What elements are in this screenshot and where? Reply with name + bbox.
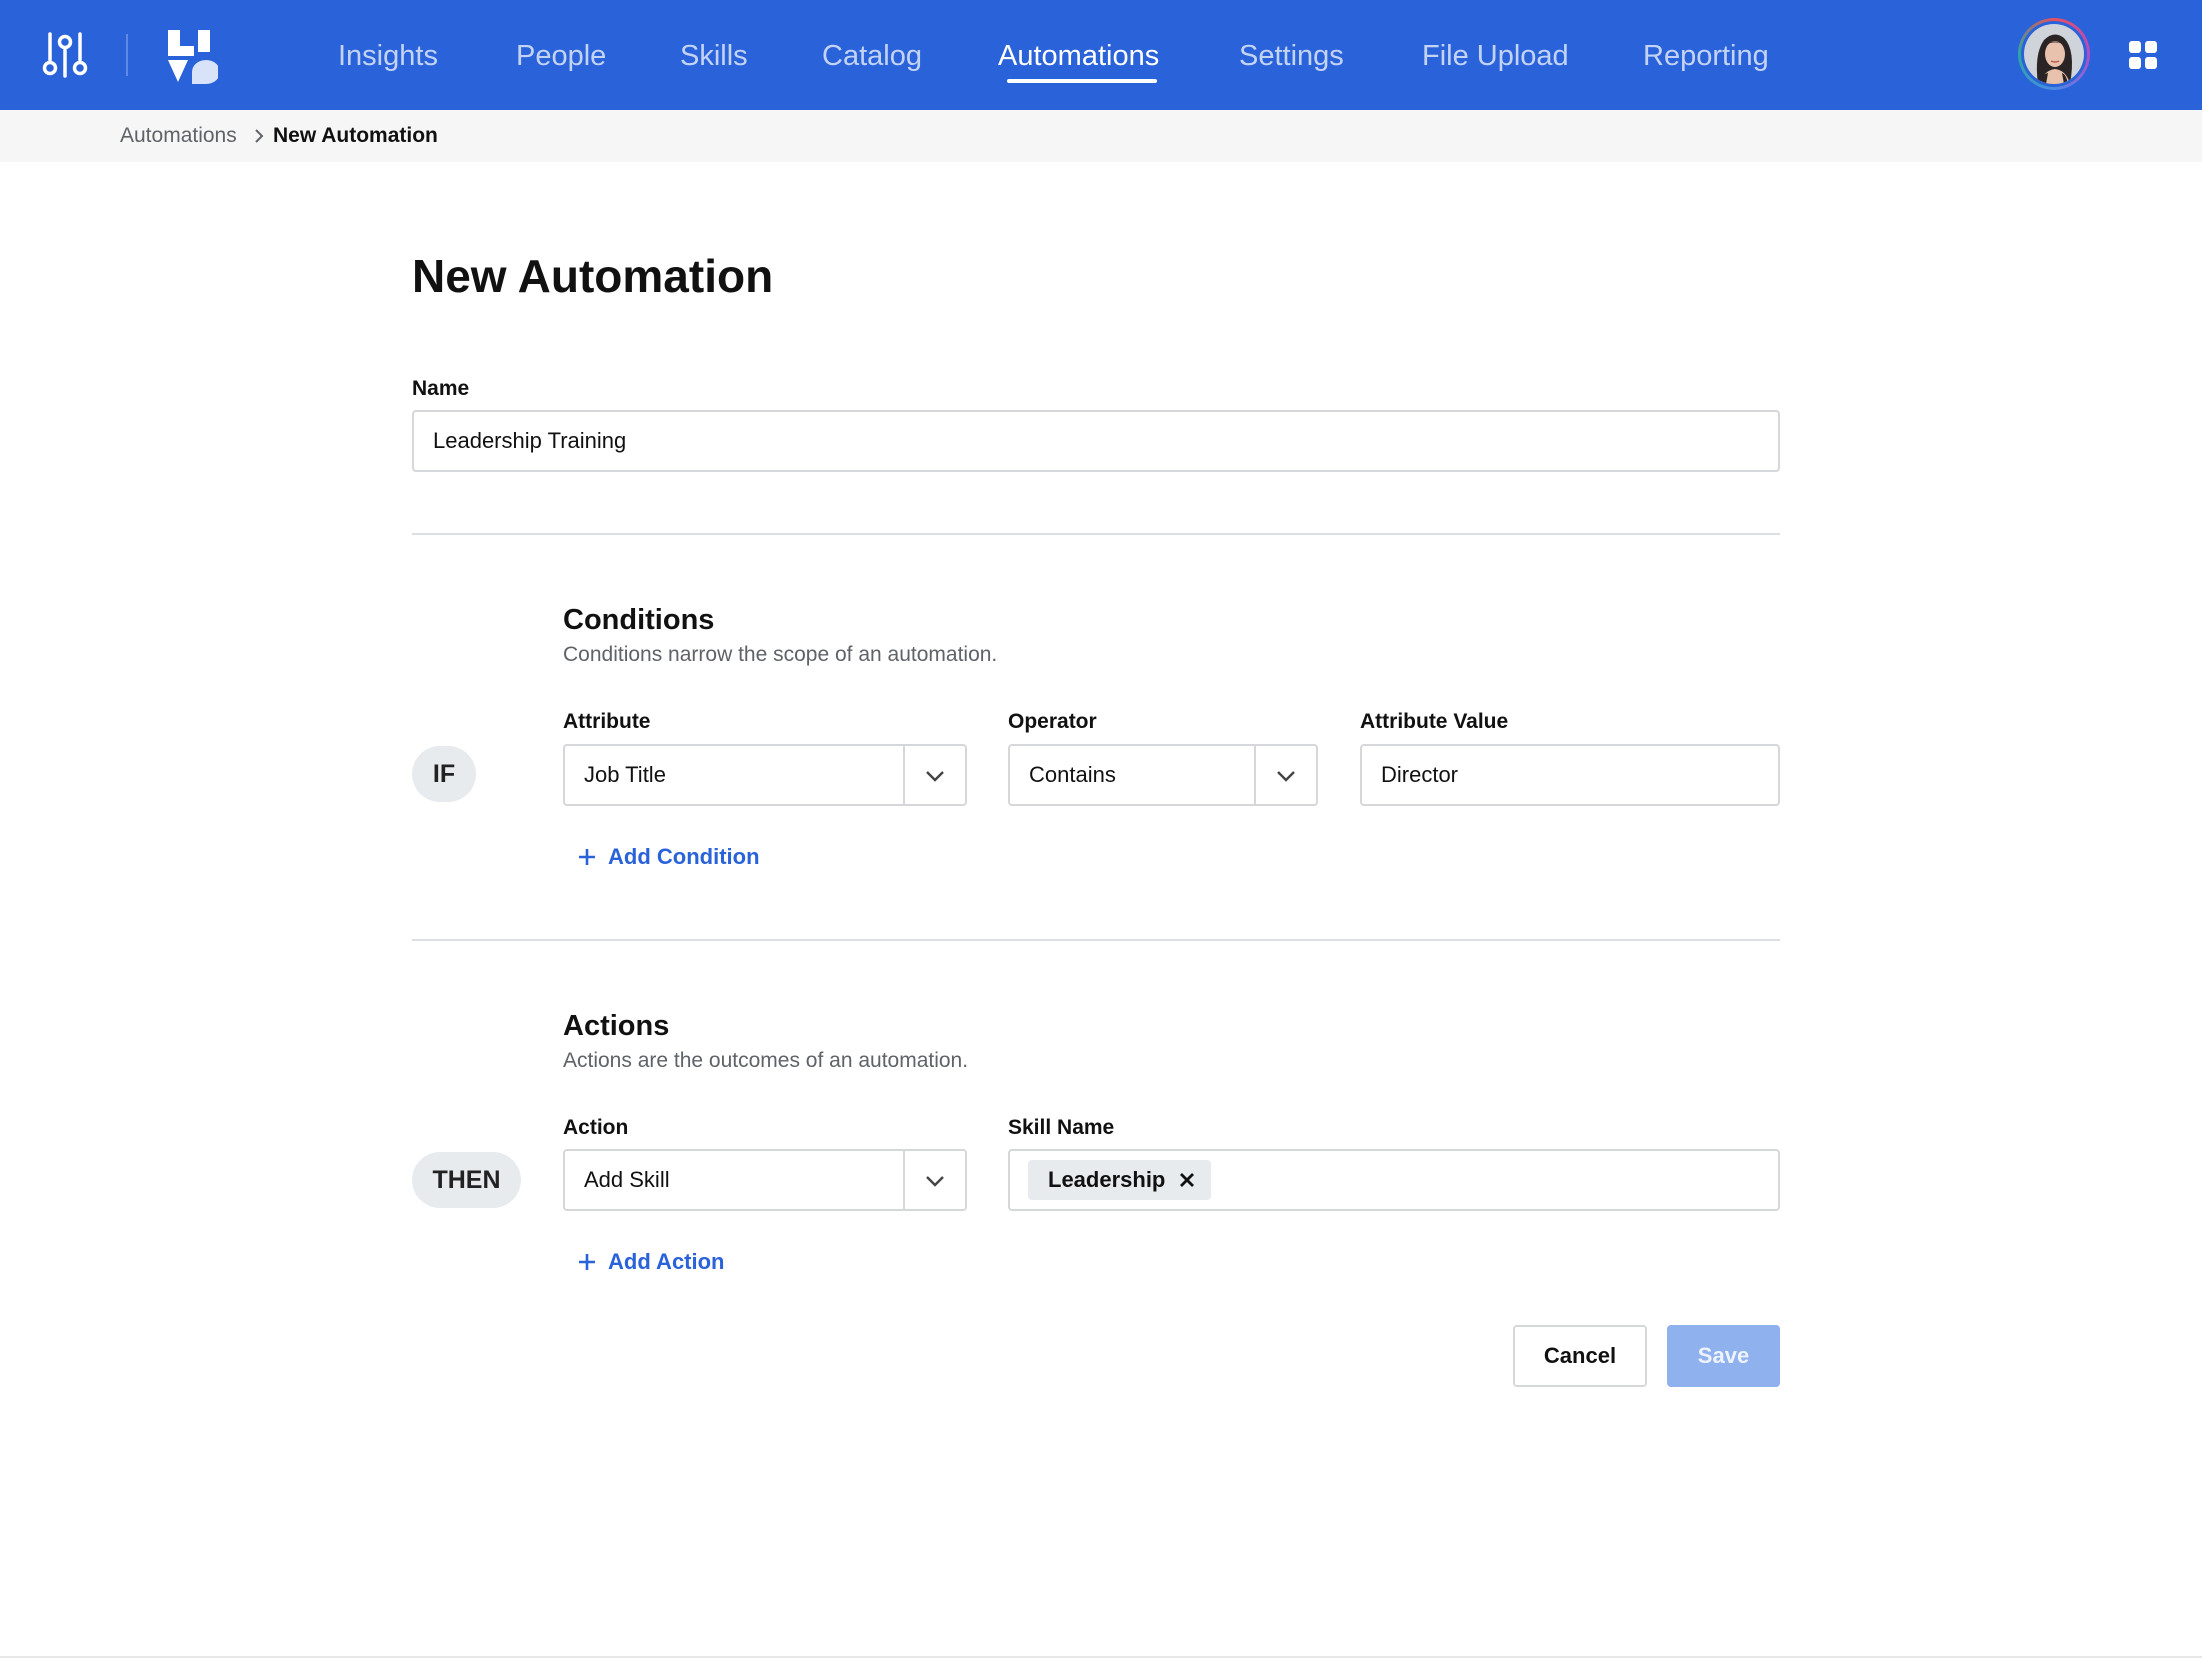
plus-icon xyxy=(579,1254,595,1270)
if-badge: IF xyxy=(412,746,476,802)
action-select[interactable]: Add Skill xyxy=(563,1149,967,1211)
chevron-down-icon[interactable] xyxy=(1275,765,1297,787)
section-divider xyxy=(412,939,1780,941)
nav-item-insights[interactable]: Insights xyxy=(338,36,438,76)
chevron-right-icon xyxy=(255,129,264,143)
skill-name-input[interactable]: Leadership xyxy=(1008,1149,1780,1211)
operator-select-value: Contains xyxy=(1029,762,1116,787)
section-divider xyxy=(412,533,1780,535)
select-divider xyxy=(903,746,905,804)
add-condition-label: Add Condition xyxy=(608,844,760,869)
operator-label: Operator xyxy=(1008,710,1097,733)
top-nav-bar: Insights People Skills Catalog Automatio… xyxy=(0,0,2202,110)
select-divider xyxy=(903,1151,905,1209)
action-select-value: Add Skill xyxy=(584,1167,670,1192)
close-icon[interactable] xyxy=(1179,1172,1195,1188)
active-tab-underline xyxy=(1007,79,1157,83)
breadcrumb-link-automations[interactable]: Automations xyxy=(120,124,237,148)
chevron-down-icon[interactable] xyxy=(924,1170,946,1192)
attribute-select-value: Job Title xyxy=(584,762,666,787)
operator-select[interactable]: Contains xyxy=(1008,744,1318,806)
add-condition-button[interactable]: Add Condition xyxy=(578,843,760,871)
actions-title: Actions xyxy=(563,1010,670,1042)
nav-item-file-upload[interactable]: File Upload xyxy=(1422,36,1569,76)
breadcrumb: Automations New Automation xyxy=(0,110,2202,162)
nav-item-people[interactable]: People xyxy=(516,36,606,76)
user-avatar[interactable] xyxy=(2018,18,2090,90)
attribute-label: Attribute xyxy=(563,710,651,733)
skill-tag-label: Leadership xyxy=(1048,1167,1166,1192)
avatar-portrait xyxy=(2024,24,2084,84)
add-action-label: Add Action xyxy=(608,1249,725,1274)
then-badge: THEN xyxy=(412,1152,521,1208)
select-divider xyxy=(1254,746,1256,804)
attribute-value-label: Attribute Value xyxy=(1360,710,1509,733)
nav-item-catalog[interactable]: Catalog xyxy=(822,36,922,76)
nav-item-skills[interactable]: Skills xyxy=(680,36,748,76)
chevron-down-icon[interactable] xyxy=(924,765,946,787)
attribute-value-input[interactable] xyxy=(1360,744,1780,806)
name-label: Name xyxy=(412,377,470,400)
cancel-button[interactable]: Cancel xyxy=(1513,1325,1647,1387)
main-nav: Insights People Skills Catalog Automatio… xyxy=(0,0,2202,110)
save-button[interactable]: Save xyxy=(1667,1325,1780,1387)
actions-description: Actions are the outcomes of an automatio… xyxy=(563,1049,969,1072)
page-title: New Automation xyxy=(412,250,774,302)
action-label: Action xyxy=(563,1116,629,1139)
nav-item-settings[interactable]: Settings xyxy=(1239,36,1344,76)
plus-icon xyxy=(579,849,595,865)
apps-grid-icon[interactable] xyxy=(2128,40,2158,70)
nav-item-reporting[interactable]: Reporting xyxy=(1643,36,1769,76)
add-action-button[interactable]: Add Action xyxy=(578,1248,725,1276)
skill-tag: Leadership xyxy=(1028,1160,1212,1200)
conditions-title: Conditions xyxy=(563,604,715,636)
attribute-select[interactable]: Job Title xyxy=(563,744,967,806)
name-input[interactable] xyxy=(412,410,1780,472)
breadcrumb-current: New Automation xyxy=(273,124,438,147)
skill-name-label: Skill Name xyxy=(1008,1116,1115,1139)
nav-item-automations[interactable]: Automations xyxy=(998,36,1159,76)
conditions-description: Conditions narrow the scope of an automa… xyxy=(563,643,998,666)
